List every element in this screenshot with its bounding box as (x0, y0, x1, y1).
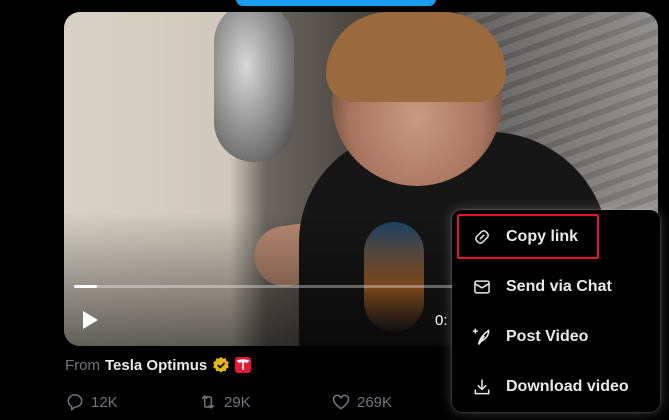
download-icon (474, 379, 490, 395)
post-actions: 12K 29K 269K (65, 392, 464, 412)
attribution-source-link[interactable]: Tesla Optimus (105, 357, 207, 374)
envelope-icon (474, 280, 490, 294)
menu-item-download-video[interactable]: Download video (452, 362, 660, 412)
menu-item-label: Post Video (506, 328, 589, 345)
tesla-logo-icon (235, 357, 252, 373)
reply-button[interactable]: 12K (65, 392, 198, 412)
link-icon (475, 230, 489, 244)
repost-button[interactable]: 29K (198, 392, 331, 412)
top-pill-button[interactable] (234, 0, 438, 8)
reply-count: 12K (91, 393, 118, 411)
heart-icon (332, 394, 350, 410)
play-icon (83, 311, 98, 329)
like-count: 269K (357, 393, 393, 411)
menu-item-label: Send via Chat (506, 278, 612, 295)
repost-icon (201, 395, 215, 409)
repost-count: 29K (224, 393, 251, 411)
reply-icon (67, 394, 83, 411)
video-attribution: From Tesla Optimus (65, 356, 252, 374)
menu-item-copy-link[interactable]: Copy link (452, 212, 660, 262)
menu-item-label: Copy link (506, 228, 579, 245)
menu-item-post-video[interactable]: Post Video (452, 312, 660, 362)
verified-badge-icon (213, 356, 230, 373)
like-button[interactable]: 269K (331, 392, 464, 412)
play-button[interactable] (78, 308, 102, 332)
attribution-prefix: From (65, 356, 100, 374)
feather-plus-icon (472, 328, 490, 345)
video-progress-fill (74, 285, 97, 288)
video-time: 0: (435, 312, 448, 329)
video-share-menu: Copy link Send via Chat Post Video Downl… (452, 210, 660, 412)
menu-item-send-via-chat[interactable]: Send via Chat (452, 262, 660, 312)
menu-item-label: Download video (506, 378, 629, 395)
